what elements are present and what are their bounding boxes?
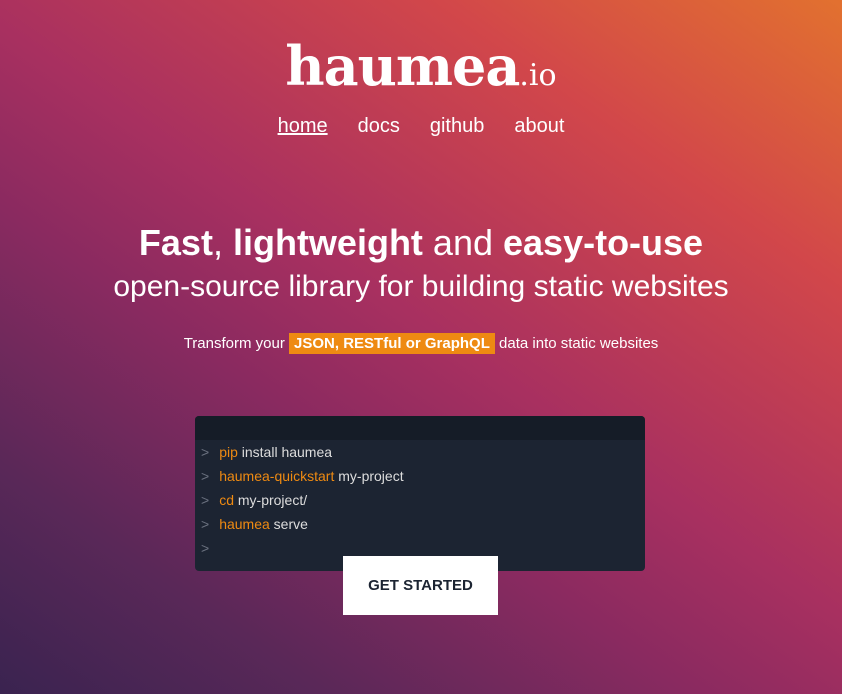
terminal: > pip install haumea > haumea-quickstart my… bbox=[195, 416, 645, 571]
logo[interactable]: haumea.io bbox=[0, 34, 842, 98]
command-args: my-project bbox=[334, 468, 404, 484]
prompt-icon: > bbox=[201, 540, 210, 556]
hero-title: Fast, lightweight and easy-to-use bbox=[138, 222, 704, 263]
command: haumea bbox=[219, 516, 270, 532]
terminal-line: > haumea serve bbox=[195, 512, 645, 536]
command-args: my-project/ bbox=[233, 492, 308, 508]
command: haumea-quickstart bbox=[219, 468, 335, 484]
nav-about[interactable]: about bbox=[514, 115, 564, 138]
nav-home[interactable]: home bbox=[278, 115, 328, 138]
command-args: serve bbox=[269, 516, 308, 532]
hero-subtitle: open-source library for building static … bbox=[113, 270, 729, 303]
prompt-icon: > bbox=[201, 492, 210, 508]
command: pip bbox=[219, 444, 238, 460]
terminal-line: > haumea-quickstart my-project bbox=[195, 464, 645, 488]
terminal-title-bar bbox=[195, 416, 645, 440]
terminal-line: > cd my-project/ bbox=[195, 488, 645, 512]
nav-docs[interactable]: docs bbox=[358, 115, 400, 138]
highlight: JSON, RESTful or GraphQL bbox=[289, 333, 495, 354]
tagline: Transform your JSON, RESTful or GraphQL … bbox=[183, 333, 659, 354]
prompt-icon: > bbox=[201, 468, 210, 484]
prompt-icon: > bbox=[201, 444, 210, 460]
command: cd bbox=[219, 492, 234, 508]
command-args: install haumea bbox=[237, 444, 333, 460]
get-started-button[interactable]: GET STARTED bbox=[343, 556, 498, 615]
nav-github[interactable]: github bbox=[430, 115, 485, 138]
prompt-icon: > bbox=[201, 516, 210, 532]
main-nav: home docs github about bbox=[0, 115, 842, 138]
terminal-line: > pip install haumea bbox=[195, 440, 645, 464]
